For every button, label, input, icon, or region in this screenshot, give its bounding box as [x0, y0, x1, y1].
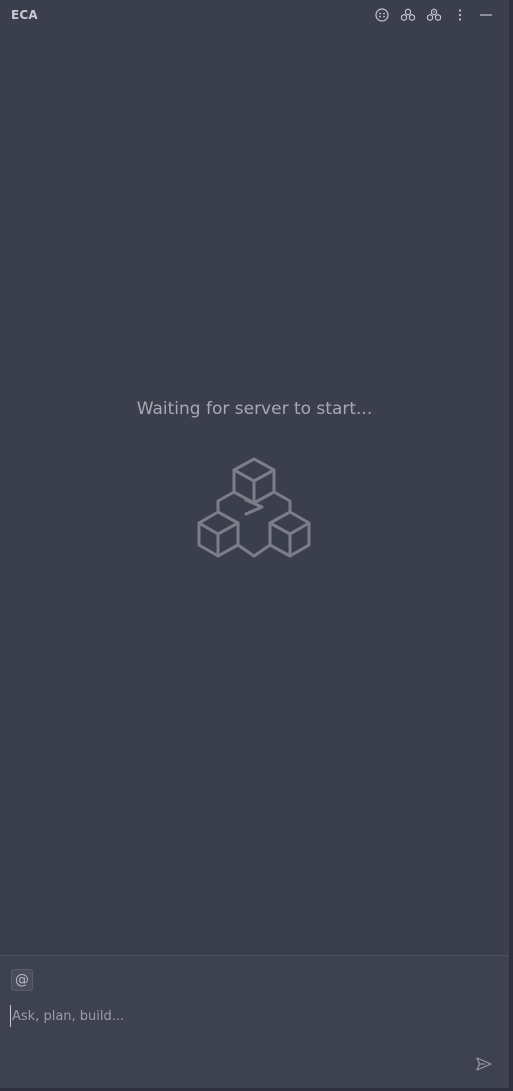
panel-title: ECA	[11, 8, 38, 22]
header-actions	[373, 6, 495, 24]
at-icon: @	[15, 972, 29, 988]
panel-border	[509, 0, 513, 1091]
more-vertical-icon[interactable]	[451, 6, 469, 24]
add-context-button[interactable]: @	[11, 969, 33, 991]
mcp-servers-icon[interactable]	[399, 6, 417, 24]
eca-logo-icon	[196, 456, 312, 560]
panel-header: ECA	[0, 0, 509, 32]
chat-panel: ECA Waiting for server to start... @ Ask…	[0, 0, 509, 1091]
minimize-icon[interactable]	[477, 6, 495, 24]
mcp-servers-alt-icon[interactable]	[425, 6, 443, 24]
smiley-icon[interactable]	[373, 6, 391, 24]
send-icon[interactable]	[475, 1055, 493, 1073]
prompt-input[interactable]	[10, 1005, 497, 1027]
server-status-text: Waiting for server to start...	[136, 399, 373, 419]
prompt-composer: @	[0, 955, 509, 1089]
